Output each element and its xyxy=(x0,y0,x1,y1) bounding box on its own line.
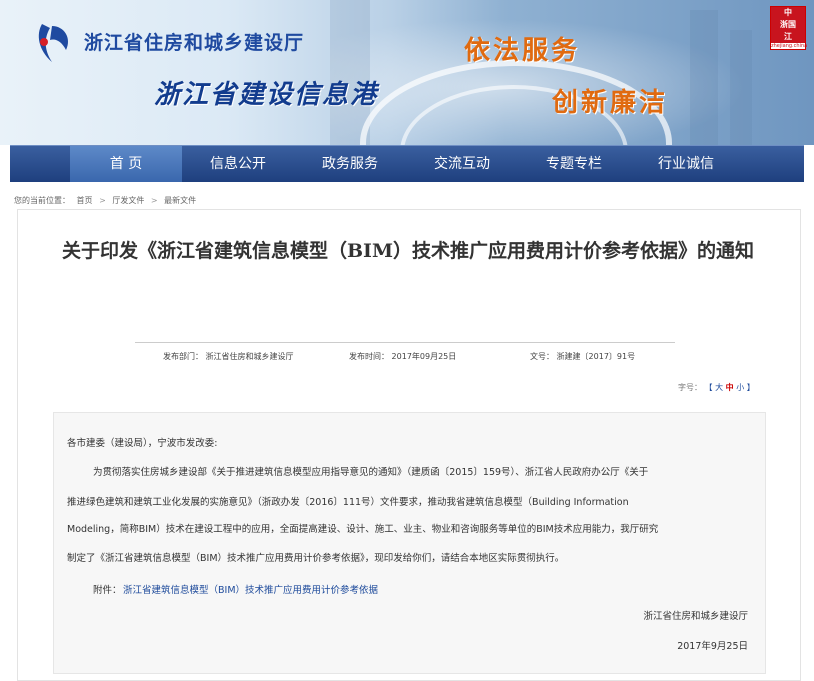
date-meta: 发布时间： 2017年09月25日 xyxy=(349,351,456,362)
breadcrumb-separator: > xyxy=(99,196,106,205)
article-title: 关于印发《浙江省建筑信息模型（BIM）技术推广应用费用计价参考依据》的通知 xyxy=(62,240,754,262)
nav-item-interaction[interactable]: 交流互动 xyxy=(406,146,518,182)
nav-item-government-services[interactable]: 政务服务 xyxy=(294,146,406,182)
badge-sub: zhejiang.china xyxy=(771,43,808,49)
main-nav: 首 页 信息公开 政务服务 交流互动 专题专栏 行业诚信 xyxy=(10,145,804,182)
salutation: 各市建委（建设局），宁波市发改委: xyxy=(67,438,218,449)
breadcrumb-prefix: 您的当前位置： xyxy=(14,196,70,205)
doc-number-value: 浙建建〔2017〕91号 xyxy=(556,352,636,361)
body-line: Modeling，简称BIM）技术在建设工程中的应用，全面提高建设、设计、施工、… xyxy=(67,524,659,535)
date-label: 发布时间： xyxy=(349,352,389,361)
nav-item-home[interactable]: 首 页 xyxy=(70,146,182,182)
attachment-label: 附件： xyxy=(93,585,122,596)
nav-item-info-disclosure[interactable]: 信息公开 xyxy=(182,146,294,182)
breadcrumb-separator: > xyxy=(150,196,158,205)
publisher-label: 发布部门： xyxy=(163,352,203,361)
breadcrumb: 您的当前位置： 首页 > 厅发文件 > 最新文件 xyxy=(14,195,200,206)
body-line: 为贯彻落实住房城乡建设部《关于推进建筑信息模型应用指导意见的通知》（建质函〔20… xyxy=(93,467,649,478)
slogan-1: 依法服务 xyxy=(464,36,581,66)
font-size-large-button[interactable]: 大 xyxy=(715,383,723,392)
publisher-meta: 发布部门： 浙江省住房和城乡建设厅 xyxy=(163,351,294,362)
font-size-control: 字号： 【 大 中 小 】 xyxy=(678,382,755,393)
nav-item-special-topics[interactable]: 专题专栏 xyxy=(518,146,630,182)
attachment-link[interactable]: 浙江省建筑信息模型（BIM）技术推广应用费用计价参考依据 xyxy=(123,582,378,596)
banner-building xyxy=(690,10,718,145)
badge-line-2: 浙国 xyxy=(771,19,805,31)
badge-line-1: 中 xyxy=(771,7,805,19)
badge-line-3: 江 xyxy=(771,31,805,43)
date-value: 2017年09月25日 xyxy=(391,352,457,361)
body-line: 推进绿色建筑和建筑工业化发展的实施意见》（浙政办发〔2016〕111号）文件要求… xyxy=(67,497,629,508)
font-size-small-button[interactable]: 小 xyxy=(736,383,744,392)
org-name[interactable]: 浙江省住房和城乡建设厅 xyxy=(84,28,304,55)
breadcrumb-dept-docs[interactable]: 厅发文件 xyxy=(112,196,144,205)
breadcrumb-latest-docs[interactable]: 最新文件 xyxy=(164,196,196,205)
site-title: 浙江省建设信息港 xyxy=(154,80,379,110)
breadcrumb-home[interactable]: 首页 xyxy=(77,196,93,205)
zhejiang-china-badge: 中 浙国 江 zhejiang.china xyxy=(770,6,808,50)
nav-item-industry-integrity[interactable]: 行业诚信 xyxy=(630,146,742,182)
meta-divider xyxy=(135,342,675,343)
banner-building xyxy=(730,30,752,145)
site-banner: 浙江省住房和城乡建设厅 浙江省建设信息港 依法服务 创新廉洁 中 浙国 江 zh… xyxy=(0,0,814,145)
signature: 浙江省住房和城乡建设厅 xyxy=(643,611,748,622)
font-size-bracket-close: 】 xyxy=(746,383,755,392)
department-logo-icon[interactable] xyxy=(34,20,74,66)
publisher-value: 浙江省住房和城乡建设厅 xyxy=(205,352,294,361)
font-size-bracket-open: 【 xyxy=(704,383,713,392)
doc-number-meta: 文号： 浙建建〔2017〕91号 xyxy=(530,351,635,362)
body-line: 制定了《浙江省建筑信息模型（BIM）技术推广应用费用计价参考依据》，现印发给你们… xyxy=(67,553,565,564)
doc-number-label: 文号： xyxy=(530,352,554,361)
slogan-2: 创新廉洁 xyxy=(552,88,669,118)
font-size-medium-button[interactable]: 中 xyxy=(726,383,734,392)
font-size-label: 字号： xyxy=(678,383,702,392)
sign-date: 2017年9月25日 xyxy=(677,641,748,652)
